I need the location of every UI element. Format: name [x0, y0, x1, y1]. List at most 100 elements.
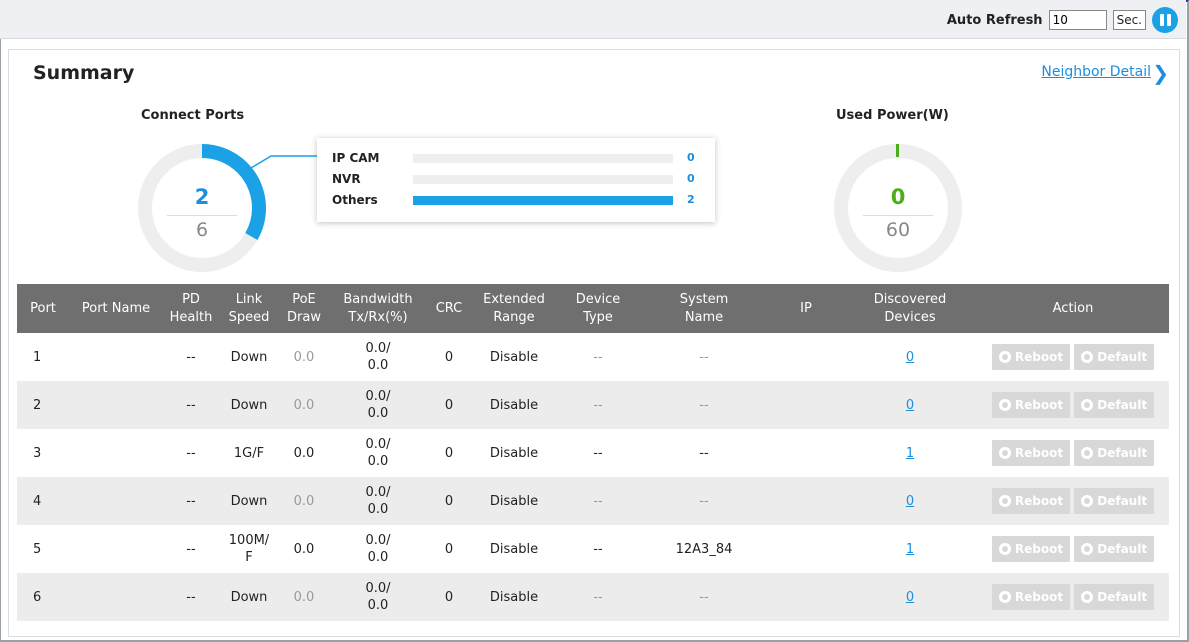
- cell-port-name: [69, 381, 163, 429]
- auto-refresh-label: Auto Refresh: [946, 12, 1043, 28]
- cell-ip: [769, 333, 843, 381]
- cell-device-type: --: [593, 349, 603, 365]
- legend-value: 2: [687, 193, 695, 206]
- cell-discovered: 0: [843, 333, 977, 381]
- discovered-devices-link[interactable]: 0: [906, 590, 914, 605]
- cell-action: Reboot Default: [977, 477, 1169, 525]
- default-button[interactable]: Default: [1074, 440, 1155, 466]
- auto-refresh-control: Auto Refresh Sec.: [947, 7, 1178, 33]
- discovered-devices-link[interactable]: 0: [906, 350, 914, 365]
- legend-value: 0: [687, 172, 695, 185]
- reset-icon: [1081, 447, 1094, 459]
- cell-poe-draw: 0.0: [279, 381, 329, 429]
- cell-port: 6: [17, 573, 69, 621]
- power-icon: [998, 447, 1011, 459]
- refresh-interval-input[interactable]: [1048, 10, 1107, 30]
- reboot-button[interactable]: Reboot: [991, 584, 1071, 610]
- cell-port: 4: [17, 477, 69, 525]
- port-type-legend: IP CAM 0 NVR 0 Others 2: [317, 138, 715, 222]
- table-row: 6 -- Down 0.0 0.0/ 0.0 0 Disable -- -- 0 Reboot De…: [17, 573, 1169, 621]
- col-ip: IP: [769, 284, 843, 333]
- reset-icon: [1081, 351, 1094, 363]
- legend-track: [413, 175, 673, 184]
- cell-ip: [769, 381, 843, 429]
- cell-port: 1: [33, 349, 42, 365]
- cell-system-name: --: [639, 477, 769, 525]
- reboot-button[interactable]: Reboot: [991, 536, 1071, 562]
- reboot-label: Reboot: [1014, 349, 1064, 364]
- table-row: 5 -- 100M/ F 0.0 0.0/ 0.0 0 Disable -- 12A3_84 1 R…: [17, 525, 1169, 573]
- default-label: Default: [1097, 541, 1148, 556]
- col-crc: CRC: [427, 284, 471, 333]
- col-bandwidth: Bandwidth Tx/Rx(%): [329, 284, 427, 333]
- cell-poe-draw: 0.0: [279, 573, 329, 621]
- default-label: Default: [1097, 589, 1148, 604]
- cell-port-name: [69, 573, 163, 621]
- discovered-devices-link[interactable]: 0: [906, 398, 914, 413]
- used-power-value: 0: [890, 185, 906, 209]
- default-button[interactable]: Default: [1074, 392, 1155, 418]
- default-button[interactable]: Default: [1074, 488, 1155, 514]
- used-power-donut: 0 60: [833, 143, 963, 273]
- discovered-devices-link[interactable]: 0: [906, 494, 914, 509]
- cell-device-type: --: [593, 541, 603, 557]
- reboot-button[interactable]: Reboot: [991, 488, 1071, 514]
- default-label: Default: [1097, 445, 1148, 460]
- default-label: Default: [1097, 397, 1148, 412]
- used-power-label: Used Power(W): [836, 108, 949, 123]
- donut-divider: [167, 215, 237, 216]
- cell-extended-range: Disable: [489, 541, 539, 557]
- legend-value: 0: [687, 151, 695, 164]
- cell-link-speed: Down: [219, 381, 279, 429]
- power-icon: [998, 399, 1011, 411]
- cell-crc: 0: [444, 541, 454, 557]
- cell-system-name: --: [699, 445, 709, 461]
- reboot-button[interactable]: Reboot: [991, 440, 1071, 466]
- power-budget-value: 60: [885, 219, 911, 241]
- cell-ip: [769, 573, 843, 621]
- pause-icon[interactable]: [1152, 7, 1178, 33]
- cell-pd-health: --: [186, 445, 196, 461]
- legend-connector-line: [250, 155, 319, 169]
- cell-bandwidth: 0.0/ 0.0: [329, 573, 427, 621]
- cell-ip: [769, 525, 843, 573]
- top-toolbar: Auto Refresh Sec.: [0, 0, 1186, 39]
- cell-device-type: --: [557, 573, 639, 621]
- default-button[interactable]: Default: [1074, 536, 1155, 562]
- cell-crc: 0: [427, 573, 471, 621]
- chevron-right-icon[interactable]: ❯: [1152, 61, 1169, 85]
- cell-link-speed: Down: [219, 573, 279, 621]
- reboot-button[interactable]: Reboot: [991, 392, 1071, 418]
- cell-pd-health: --: [163, 477, 219, 525]
- cell-crc: 0: [427, 381, 471, 429]
- discovered-devices-link[interactable]: 1: [906, 542, 914, 557]
- cell-discovered: 0: [843, 381, 977, 429]
- default-button[interactable]: Default: [1074, 344, 1155, 370]
- neighbor-detail-link[interactable]: Neighbor Detail: [1041, 64, 1151, 80]
- cell-discovered: 1: [843, 429, 977, 477]
- reboot-button[interactable]: Reboot: [991, 344, 1071, 370]
- total-ports-count: 6: [195, 219, 209, 241]
- cell-port: 5: [33, 541, 42, 557]
- cell-discovered: 1: [843, 525, 977, 573]
- cell-poe-draw: 0.0: [279, 477, 329, 525]
- col-action: Action: [977, 284, 1169, 333]
- cell-poe-draw: 0.0: [293, 541, 315, 557]
- cell-port: 2: [17, 381, 69, 429]
- col-port-name: Port Name: [69, 284, 163, 333]
- cell-poe-draw: 0.0: [293, 445, 315, 461]
- cell-system-name: 12A3_84: [675, 541, 733, 557]
- default-button[interactable]: Default: [1074, 584, 1155, 610]
- cell-bandwidth: 0.0/ 0.0: [329, 477, 427, 525]
- legend-fill: [413, 196, 673, 205]
- discovered-devices-link[interactable]: 1: [906, 446, 914, 461]
- cell-ip: [769, 429, 843, 477]
- legend-track: [413, 154, 673, 163]
- cell-system-name: --: [639, 381, 769, 429]
- reset-icon: [1081, 495, 1094, 507]
- table-row: 2 -- Down 0.0 0.0/ 0.0 0 Disable -- -- 0 Reboot De…: [17, 381, 1169, 429]
- power-icon: [998, 351, 1011, 363]
- cell-port-name: [69, 477, 163, 525]
- power-icon: [998, 591, 1011, 603]
- cell-action: Reboot Default: [977, 525, 1169, 573]
